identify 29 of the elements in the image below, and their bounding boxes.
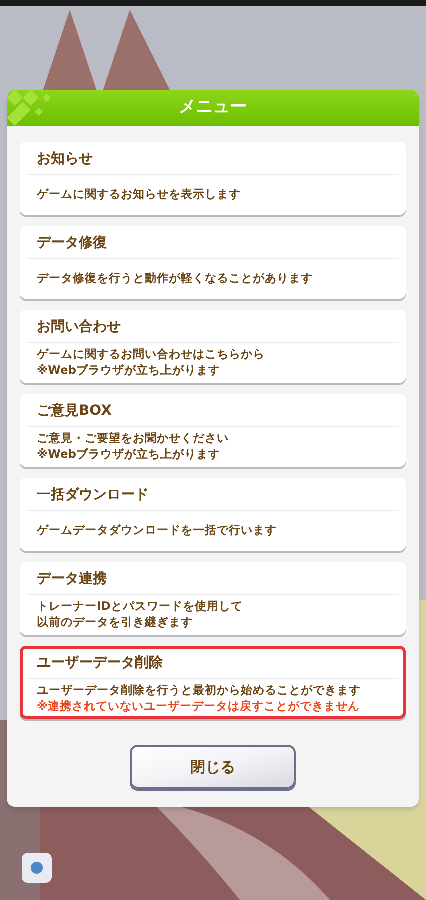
menu-card[interactable]: ユーザーデータ削除 ユーザーデータ削除を行うと最初から始めることができます ※連携されていないユーザーデータは戻すことができません: [20, 646, 406, 719]
menu-item-description: トレーナーIDとパスワードを使用して: [37, 598, 244, 614]
menu-item-description: ゲームデータダウンロードを一括で行います: [37, 522, 278, 538]
menu-item-title: データ連携: [37, 570, 107, 589]
menu-item-title: ご意見BOX: [37, 402, 112, 421]
menu-card[interactable]: お知らせ ゲームに関するお知らせを表示します: [20, 142, 406, 215]
menu-item-description: ※Webブラウザが立ち上がります: [37, 446, 222, 462]
menu-item-description: 以前のデータを引き継ぎます: [37, 614, 194, 630]
menu-card[interactable]: データ連携 トレーナーIDとパスワードを使用して 以前のデータを引き継ぎます: [20, 562, 406, 635]
menu-item-description: ゲームに関するお問い合わせはこちらから: [37, 346, 266, 362]
warning-text: ※連携されていないユーザーデータは戻すことができません: [37, 698, 362, 714]
menu-card[interactable]: お問い合わせ ゲームに関するお問い合わせはこちらから ※Webブラウザが立ち上がります: [20, 310, 406, 383]
menu-card[interactable]: データ修復 データ修復を行うと動作が軽くなることがあります: [20, 226, 406, 299]
menu-item-title: データ修復: [37, 234, 107, 253]
menu-card[interactable]: 一括ダウンロード ゲームデータダウンロードを一括で行います: [20, 478, 406, 551]
dialog-title: メニュー: [179, 96, 247, 120]
menu-item-title: お問い合わせ: [37, 318, 121, 337]
menu-item-description: ゲームに関するお知らせを表示します: [37, 186, 242, 202]
close-button[interactable]: 閉じる: [130, 745, 296, 789]
menu-item-description: ユーザーデータ削除を行うと最初から始めることができます: [37, 682, 362, 698]
menu-item-description: ※Webブラウザが立ち上がります: [37, 362, 222, 378]
menu-item-title: ユーザーデータ削除: [37, 654, 163, 673]
menu-item-description: ご意見・ご要望をお聞かせください: [37, 430, 230, 446]
menu-item-title: お知らせ: [37, 150, 93, 169]
diamond-pattern-icon: [7, 90, 51, 126]
menu-item-title: 一括ダウンロード: [37, 486, 149, 505]
app-icon: [22, 853, 52, 883]
menu-card[interactable]: ご意見BOX ご意見・ご要望をお聞かせください ※Webブラウザが立ち上がります: [20, 394, 406, 467]
menu-item-description: データ修復を行うと動作が軽くなることがあります: [37, 270, 314, 286]
